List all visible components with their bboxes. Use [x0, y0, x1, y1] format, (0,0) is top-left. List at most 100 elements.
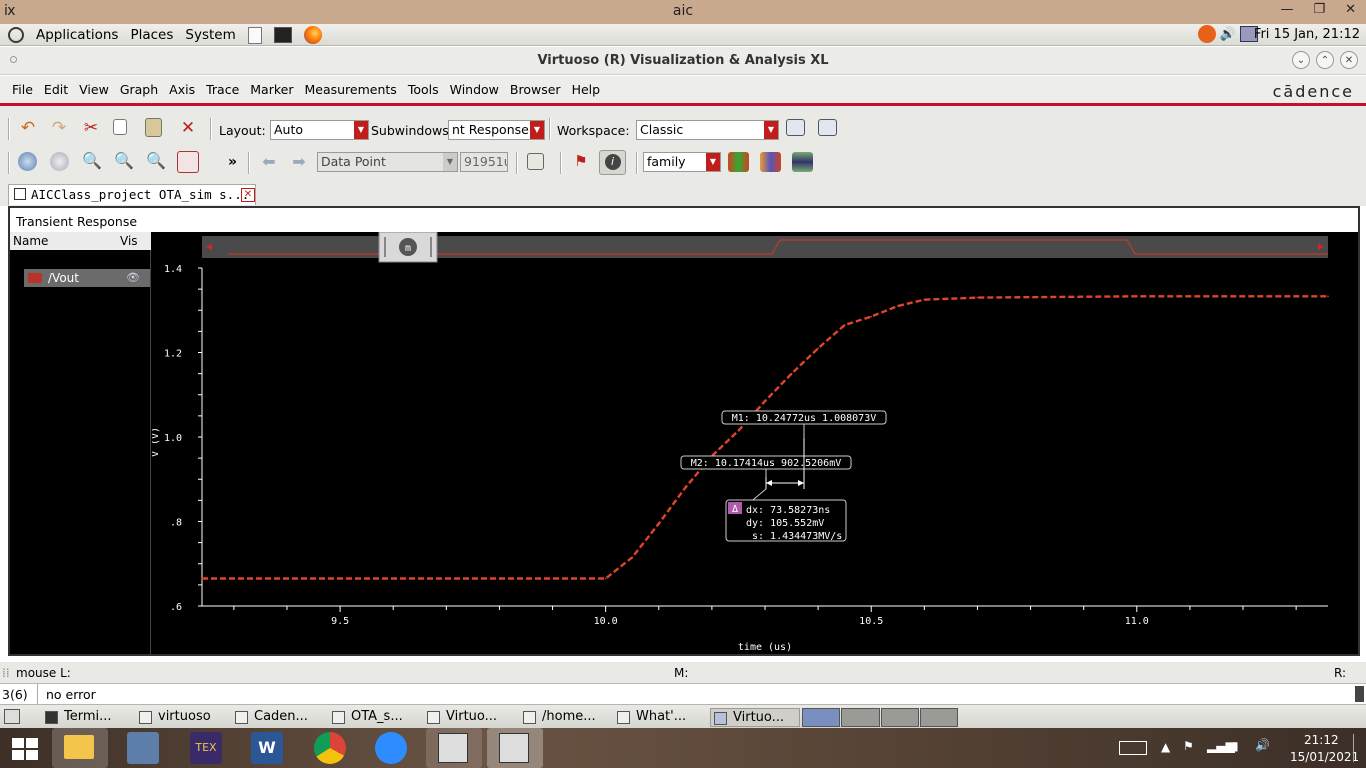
- wifi-icon[interactable]: ▂▄▆: [1207, 739, 1235, 753]
- family-plot-icon[interactable]: [728, 152, 749, 172]
- speaker-icon[interactable]: 🔊: [1255, 738, 1270, 752]
- delta-marker[interactable]: Δ dx: 73.58273ns dy: 105.552mV s: 1.4344…: [725, 438, 847, 542]
- globe-icon[interactable]: [50, 152, 69, 171]
- task-home[interactable]: /home...: [520, 708, 610, 727]
- menu-view[interactable]: View: [79, 82, 109, 97]
- delete-icon[interactable]: ✕: [177, 118, 199, 140]
- xming-active-icon[interactable]: [487, 728, 543, 768]
- back-arrow-icon[interactable]: ⬅: [258, 152, 280, 174]
- minimize-icon[interactable]: —: [1280, 2, 1293, 17]
- terminal-launcher-icon[interactable]: [273, 27, 292, 43]
- word-icon[interactable]: W: [251, 732, 283, 764]
- family-select[interactable]: family ▼: [643, 152, 721, 172]
- menu-system[interactable]: System: [185, 27, 235, 43]
- menu-file[interactable]: File: [12, 82, 33, 97]
- zoom-in-icon[interactable]: 🔍: [113, 151, 135, 173]
- undo-icon[interactable]: ↶: [17, 118, 39, 140]
- delete-workspace-icon[interactable]: [818, 119, 837, 136]
- system-time[interactable]: 21:12: [1304, 733, 1339, 747]
- family-split-icon[interactable]: [792, 152, 813, 172]
- subwindows-select[interactable]: nt Response ▼: [448, 120, 545, 140]
- trace-point: [923, 298, 926, 301]
- task-cadence[interactable]: Caden...: [232, 708, 322, 727]
- task-whats[interactable]: What'...: [614, 708, 702, 727]
- workspace-4[interactable]: [919, 708, 958, 727]
- zoom-region-icon[interactable]: [177, 151, 199, 173]
- more-tools-icon[interactable]: »: [228, 154, 237, 170]
- chrome-icon[interactable]: [314, 732, 346, 764]
- zoom-app-icon[interactable]: [375, 732, 407, 764]
- menu-edit[interactable]: Edit: [44, 82, 68, 97]
- task-terminal[interactable]: Termi...: [42, 708, 130, 727]
- save-workspace-icon[interactable]: [786, 119, 805, 136]
- workspace-1[interactable]: [802, 708, 841, 727]
- tray-expand-icon[interactable]: ▲: [1161, 740, 1170, 754]
- trace-color-swatch: [28, 273, 42, 283]
- overview-bar[interactable]: [202, 236, 1328, 258]
- windows-start-icon[interactable]: [12, 738, 38, 760]
- task-virtuoso[interactable]: virtuoso: [136, 708, 226, 727]
- battery-icon[interactable]: ▮: [1232, 739, 1239, 753]
- coordinate-field[interactable]: 91951u: [460, 152, 508, 172]
- marker-flag-icon[interactable]: ⚑: [570, 152, 592, 174]
- update-notifier-icon[interactable]: [1197, 25, 1216, 43]
- calculator-icon[interactable]: [527, 153, 544, 170]
- info-icon[interactable]: i: [599, 150, 626, 175]
- task-label: Virtuo...: [446, 709, 498, 724]
- fit-icon[interactable]: [18, 152, 37, 171]
- notification-icon[interactable]: [1353, 734, 1361, 762]
- close-icon[interactable]: ✕: [1345, 2, 1356, 17]
- xming-icon[interactable]: [426, 728, 482, 768]
- menu-applications[interactable]: Applications: [36, 27, 118, 43]
- layout-select[interactable]: Auto ▼: [270, 120, 369, 140]
- datapoint-select[interactable]: Data Point ▼: [317, 152, 458, 172]
- keyboard-icon[interactable]: [1119, 741, 1147, 755]
- task-virtuoso-active[interactable]: Virtuo...: [710, 708, 800, 727]
- menu-browser[interactable]: Browser: [510, 82, 561, 97]
- menu-places[interactable]: Places: [130, 27, 173, 43]
- system-date[interactable]: 15/01/2021: [1290, 750, 1359, 764]
- maximize-icon[interactable]: ⌃: [1316, 51, 1334, 69]
- close-icon[interactable]: ✕: [1340, 51, 1358, 69]
- shell-icon[interactable]: [127, 732, 159, 764]
- cut-icon[interactable]: ✂: [80, 118, 102, 140]
- task-virtuoso-2[interactable]: Virtuo...: [424, 708, 514, 727]
- volume-icon[interactable]: 🔊: [1220, 27, 1236, 42]
- menu-graph[interactable]: Graph: [120, 82, 158, 97]
- forward-arrow-icon[interactable]: ➡: [288, 152, 310, 174]
- text-editor-launcher-icon[interactable]: [247, 26, 262, 44]
- close-tab-icon[interactable]: ✕: [241, 188, 255, 202]
- menu-axis[interactable]: Axis: [169, 82, 195, 97]
- file-explorer-icon[interactable]: [52, 728, 108, 768]
- tex-icon[interactable]: TEX: [190, 732, 222, 764]
- redo-icon[interactable]: ↷: [48, 118, 70, 140]
- scrollbar-handle[interactable]: [1355, 686, 1364, 702]
- panel-clock[interactable]: Fri 15 Jan, 21:12: [1254, 27, 1360, 42]
- restore-icon[interactable]: ❐: [1313, 2, 1325, 17]
- firefox-launcher-icon[interactable]: [303, 26, 322, 44]
- menu-measurements[interactable]: Measurements: [304, 82, 396, 97]
- menu-trace[interactable]: Trace: [206, 82, 239, 97]
- copy-icon[interactable]: [113, 119, 127, 135]
- menu-tools[interactable]: Tools: [408, 82, 439, 97]
- workspace-2[interactable]: [841, 708, 880, 727]
- minimize-icon[interactable]: ⌄: [1292, 51, 1310, 69]
- zoom-out-icon[interactable]: 🔍: [145, 151, 167, 173]
- workspace-3[interactable]: [880, 708, 919, 727]
- workspace-switcher[interactable]: [802, 708, 958, 727]
- paste-icon[interactable]: [145, 118, 162, 137]
- show-desktop-icon[interactable]: [4, 709, 20, 724]
- family-overlay-icon[interactable]: [760, 152, 781, 172]
- menu-help[interactable]: Help: [572, 82, 601, 97]
- menu-marker[interactable]: Marker: [250, 82, 293, 97]
- legend-row-vout[interactable]: /Vout 👁: [24, 269, 150, 287]
- action-flag-icon[interactable]: ⚑: [1183, 739, 1194, 753]
- marker-m1[interactable]: M1: 10.24772us 1.008073V: [721, 410, 887, 438]
- menu-window[interactable]: Window: [450, 82, 499, 97]
- task-ota-sim[interactable]: OTA_s...: [329, 708, 419, 727]
- zoom-icon[interactable]: 🔍: [81, 151, 103, 173]
- tab-waveform[interactable]: AICClass_project OTA_sim s... ✕: [8, 184, 256, 205]
- workspace-select[interactable]: Classic ▼: [636, 120, 779, 140]
- visibility-eye-icon[interactable]: 👁: [126, 271, 140, 284]
- waveform-plot[interactable]: m 9.5 10.0 10.5 11.0 1.4 1.2 1.0 .8 .6 V (V) tim…: [152, 232, 1358, 654]
